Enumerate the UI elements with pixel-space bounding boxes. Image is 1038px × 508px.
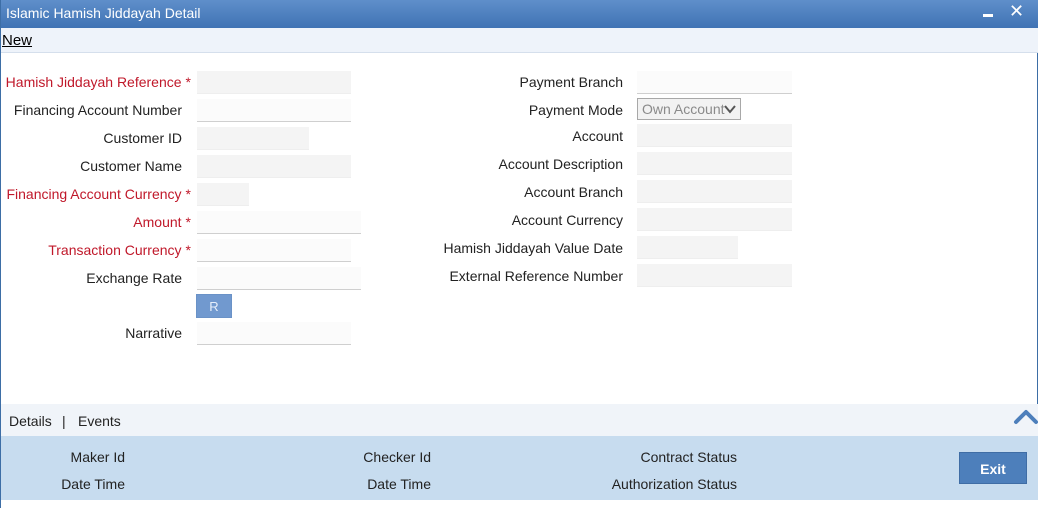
account-input[interactable] [637, 124, 792, 147]
payment-mode-value: Own Account [642, 101, 725, 117]
close-icon[interactable]: ✕ [1009, 0, 1027, 22]
contract-status-label: Contract Status [640, 449, 738, 465]
customer-id-input[interactable] [197, 127, 309, 150]
financing-account-number-label: Financing Account Number [13, 102, 182, 118]
tabs-bar: Details | Events [1, 404, 1038, 436]
account-currency-label: Account Currency [511, 212, 623, 228]
main-window: Islamic Hamish Jiddayah Detail ✕ New Ham… [0, 0, 1038, 508]
checker-date-time-label: Date Time [367, 476, 431, 492]
chevron-up-icon[interactable] [1013, 406, 1038, 428]
account-label: Account [572, 128, 623, 144]
exchange-rate-label: Exchange Rate [86, 270, 182, 286]
account-description-label: Account Description [498, 156, 623, 172]
authorization-status-label: Authorization Status [611, 476, 737, 492]
narrative-label: Narrative [125, 325, 182, 341]
value-date-label: Hamish Jiddayah Value Date [443, 240, 623, 256]
external-reference-input[interactable] [637, 264, 792, 287]
menu-bar: New [1, 28, 1038, 53]
narrative-input[interactable] [197, 322, 351, 345]
exit-button[interactable]: Exit [959, 452, 1027, 484]
tab-separator: | [62, 413, 66, 429]
chevron-down-icon [724, 105, 736, 114]
exchange-rate-input[interactable] [197, 267, 361, 290]
hamish-reference-input[interactable] [197, 71, 351, 94]
transaction-currency-label: Transaction Currency * [48, 242, 191, 258]
account-currency-input[interactable] [637, 208, 792, 231]
amount-input[interactable] [197, 211, 361, 234]
tab-events[interactable]: Events [78, 413, 121, 429]
new-link[interactable]: New [2, 32, 32, 49]
payment-mode-select[interactable]: Own Account [637, 98, 741, 120]
customer-id-label: Customer ID [103, 130, 182, 146]
account-branch-input[interactable] [637, 180, 792, 203]
external-reference-label: External Reference Number [449, 268, 623, 284]
maker-date-time-label: Date Time [61, 476, 125, 492]
transaction-currency-input[interactable] [197, 239, 351, 262]
value-date-input[interactable] [637, 236, 738, 259]
payment-mode-label: Payment Mode [528, 102, 623, 118]
tab-details[interactable]: Details [9, 413, 52, 429]
window-title: Islamic Hamish Jiddayah Detail [6, 5, 201, 21]
financing-account-currency-label: Financing Account Currency * [6, 186, 191, 202]
minimize-icon[interactable] [980, 4, 996, 22]
title-bar: Islamic Hamish Jiddayah Detail ✕ [1, 0, 1038, 28]
payment-branch-label: Payment Branch [519, 74, 624, 90]
hamish-reference-label: Hamish Jiddayah Reference * [5, 74, 191, 90]
customer-name-input[interactable] [197, 155, 351, 178]
financing-account-currency-input[interactable] [197, 183, 249, 206]
bottom-strip [1, 500, 1038, 508]
amount-label: Amount * [133, 214, 191, 230]
account-description-input[interactable] [637, 152, 792, 175]
financing-account-number-input[interactable] [197, 99, 351, 122]
payment-branch-input[interactable] [637, 71, 792, 94]
maker-id-label: Maker Id [70, 449, 125, 465]
audit-footer: Maker Id Date Time Checker Id Date Time … [1, 436, 1038, 500]
customer-name-label: Customer Name [80, 158, 182, 174]
account-branch-label: Account Branch [524, 184, 623, 200]
checker-id-label: Checker Id [363, 449, 431, 465]
rate-button[interactable]: R [196, 294, 232, 318]
